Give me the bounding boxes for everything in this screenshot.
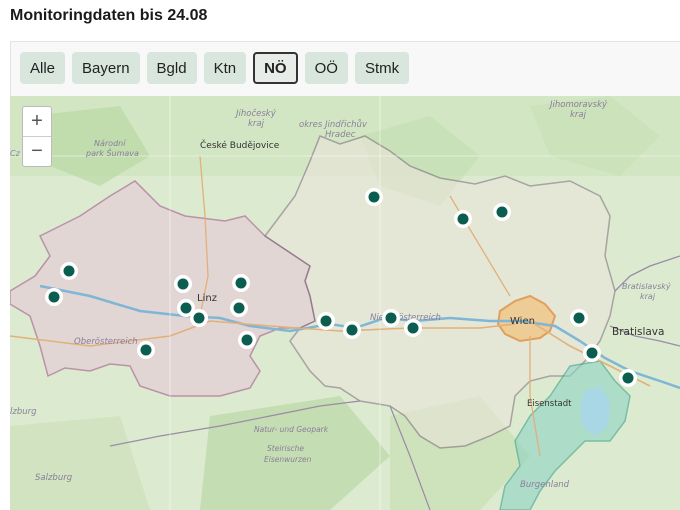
page-title: Monitoringdaten bis 24.08: [10, 7, 208, 24]
map-label-hradec: Hradec: [325, 130, 356, 140]
station-marker[interactable]: [190, 309, 208, 327]
station-marker[interactable]: [317, 312, 335, 330]
map-label-jihocesky: Jihočeský: [234, 108, 277, 119]
filter-button-noe[interactable]: NÖ: [253, 52, 298, 84]
map-label-park: park Šumava: [85, 147, 139, 158]
station-marker[interactable]: [493, 203, 511, 221]
map-label-kraj2: kraj: [570, 110, 587, 120]
map-label-burgenland: Burgenland: [520, 480, 570, 490]
station-marker[interactable]: [174, 275, 192, 293]
station-marker[interactable]: [583, 344, 601, 362]
map-label-wien: Wien: [510, 316, 535, 327]
map[interactable]: Jihočeský kraj okres Jindřichův Hradec Č…: [10, 96, 680, 510]
station-marker[interactable]: [570, 309, 588, 327]
filter-button-stmk[interactable]: Stmk: [354, 52, 410, 84]
station-marker[interactable]: [343, 321, 361, 339]
map-label-naturpark1: Natur- und Geopark: [254, 425, 329, 434]
map-label-linz: Linz: [197, 293, 217, 304]
zoom-in-button[interactable]: +: [23, 107, 51, 137]
filter-button-alle[interactable]: Alle: [20, 52, 66, 84]
map-label-cz: Cz: [10, 149, 21, 158]
map-label-kraj3: kraj: [640, 292, 656, 301]
station-marker[interactable]: [232, 274, 250, 292]
region-filter-bar: Alle Bayern Bgld Ktn NÖ OÖ Stmk: [20, 52, 410, 84]
filter-button-bgld[interactable]: Bgld: [146, 52, 197, 84]
map-label-bratislava: Bratislava: [612, 326, 664, 338]
map-label-salzburg-cut: lzburg: [10, 407, 37, 417]
station-marker[interactable]: [619, 369, 637, 387]
filter-button-ooe[interactable]: OÖ: [304, 52, 348, 84]
filter-button-bayern[interactable]: Bayern: [72, 52, 140, 84]
map-label-eisenstadt: Eisenstadt: [527, 399, 572, 409]
station-marker[interactable]: [45, 288, 63, 306]
station-marker[interactable]: [454, 210, 472, 228]
map-label-naturpark2: Steirische: [267, 444, 304, 453]
station-marker[interactable]: [404, 319, 422, 337]
map-label-narodni: Národní: [94, 139, 127, 148]
zoom-out-button[interactable]: −: [23, 137, 51, 166]
map-label-naturpark3: Eisenwurzen: [264, 455, 312, 464]
map-canvas[interactable]: Jihočeský kraj okres Jindřichův Hradec Č…: [10, 96, 680, 510]
station-marker[interactable]: [238, 331, 256, 349]
station-marker[interactable]: [60, 262, 78, 280]
map-label-bratislavsky: Bratislavský: [622, 282, 671, 291]
map-label-salzburg: Salzburg: [35, 473, 73, 483]
map-label-budejovice: České Budějovice: [200, 139, 280, 151]
zoom-control: + −: [22, 106, 52, 167]
map-label-oberoesterreich: Oberösterreich: [74, 337, 138, 347]
station-marker[interactable]: [137, 341, 155, 359]
station-marker[interactable]: [382, 309, 400, 327]
station-marker[interactable]: [365, 188, 383, 206]
map-label-niederoesterreich: Niederösterreich: [370, 313, 441, 323]
map-label-jihomoravsky: Jihomoravský: [548, 100, 608, 110]
filter-button-ktn[interactable]: Ktn: [203, 52, 247, 84]
station-marker[interactable]: [230, 299, 248, 317]
map-label-kraj1: kraj: [248, 119, 265, 129]
map-label-okres: okres Jindřichův: [299, 119, 368, 130]
